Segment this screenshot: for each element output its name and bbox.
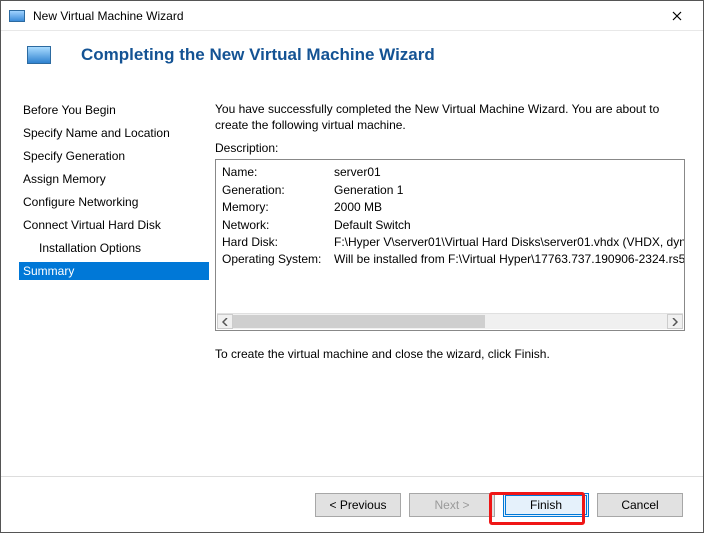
wizard-nav: Before You Begin Specify Name and Locati… (19, 87, 209, 361)
row-key: Name: (222, 164, 334, 181)
window-title: New Virtual Machine Wizard (33, 9, 655, 23)
nav-specify-name[interactable]: Specify Name and Location (19, 124, 209, 142)
scroll-left-button[interactable] (217, 314, 233, 329)
scroll-track[interactable] (233, 314, 667, 329)
row-value: Generation 1 (334, 182, 403, 199)
nav-assign-memory[interactable]: Assign Memory (19, 170, 209, 188)
row-value: F:\Hyper V\server01\Virtual Hard Disks\s… (334, 234, 684, 251)
titlebar: New Virtual Machine Wizard (1, 1, 703, 31)
scroll-thumb[interactable] (233, 315, 485, 328)
app-icon (9, 10, 25, 22)
row-value: server01 (334, 164, 381, 181)
row-key: Memory: (222, 199, 334, 216)
close-button[interactable] (655, 2, 699, 30)
wizard-header-icon (27, 46, 51, 64)
nav-configure-networking[interactable]: Configure Networking (19, 193, 209, 211)
nav-installation-options[interactable]: Installation Options (19, 239, 209, 257)
row-key: Generation: (222, 182, 334, 199)
wizard-main: You have successfully completed the New … (209, 87, 685, 361)
wizard-header: Completing the New Virtual Machine Wizar… (1, 31, 703, 87)
table-row: Memory:2000 MB (222, 199, 678, 216)
nav-specify-generation[interactable]: Specify Generation (19, 147, 209, 165)
chevron-left-icon (222, 318, 228, 326)
description-content: Name:server01 Generation:Generation 1 Me… (216, 160, 684, 312)
nav-before-you-begin[interactable]: Before You Begin (19, 101, 209, 119)
finish-button[interactable]: Finish (503, 493, 589, 517)
table-row: Hard Disk:F:\Hyper V\server01\Virtual Ha… (222, 234, 678, 251)
row-value: 2000 MB (334, 199, 382, 216)
wizard-header-title: Completing the New Virtual Machine Wizar… (81, 45, 435, 65)
cancel-button[interactable]: Cancel (597, 493, 683, 517)
row-key: Operating System: (222, 251, 334, 268)
chevron-right-icon (672, 318, 678, 326)
summary-instruction: To create the virtual machine and close … (215, 347, 685, 361)
table-row: Name:server01 (222, 164, 678, 181)
row-key: Network: (222, 217, 334, 234)
description-label: Description: (215, 141, 685, 155)
close-icon (672, 11, 682, 21)
next-button: Next > (409, 493, 495, 517)
table-row: Operating System:Will be installed from … (222, 251, 678, 268)
row-key: Hard Disk: (222, 234, 334, 251)
horizontal-scrollbar[interactable] (217, 313, 683, 329)
wizard-footer: < Previous Next > Finish Cancel (1, 476, 703, 532)
table-row: Generation:Generation 1 (222, 182, 678, 199)
nav-connect-vhd[interactable]: Connect Virtual Hard Disk (19, 216, 209, 234)
description-box: Name:server01 Generation:Generation 1 Me… (215, 159, 685, 331)
nav-summary[interactable]: Summary (19, 262, 209, 280)
wizard-content: Before You Begin Specify Name and Locati… (1, 87, 703, 361)
row-value: Default Switch (334, 217, 411, 234)
scroll-right-button[interactable] (667, 314, 683, 329)
previous-button[interactable]: < Previous (315, 493, 401, 517)
table-row: Network:Default Switch (222, 217, 678, 234)
summary-intro: You have successfully completed the New … (215, 101, 685, 133)
row-value: Will be installed from F:\Virtual Hyper\… (334, 251, 684, 268)
